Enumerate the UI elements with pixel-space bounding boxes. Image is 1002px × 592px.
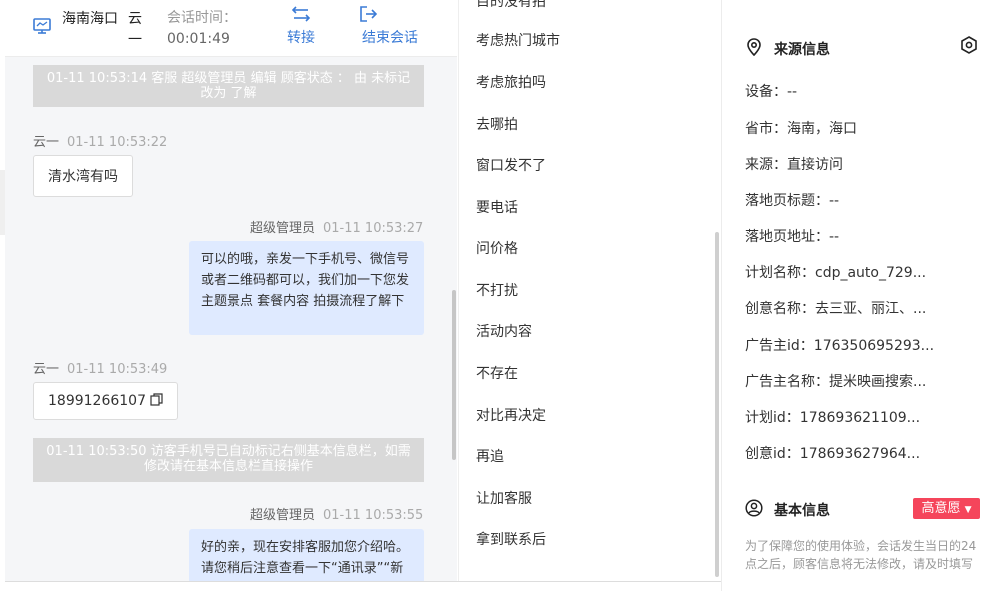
copy-icon[interactable] [150, 393, 164, 406]
quick-reply-list: 目的没有拍 考虑热门城市 考虑旅拍吗 去哪拍 窗口发不了 要电话 问价格 不打扰… [458, 0, 721, 581]
intent-level-value: 高意愿 [921, 501, 961, 516]
quick-reply-item[interactable]: 问价格 [476, 238, 518, 258]
user-circle-icon [745, 499, 763, 517]
field-label: 计划名称： [745, 265, 815, 281]
field-value: 176350695293... [813, 338, 935, 354]
info-row-creative-id: 创意id：178693627964... [745, 443, 920, 463]
message-time: 01-11 10:53:22 [67, 135, 168, 150]
quick-reply-item[interactable]: 考虑旅拍吗 [476, 72, 546, 92]
sender-name: 超级管理员 [250, 221, 316, 236]
field-value: 178693627964... [799, 446, 921, 462]
field-value: -- [829, 229, 840, 245]
info-row-landing-title: 落地页标题：-- [745, 190, 839, 210]
quick-reply-item[interactable]: 要电话 [476, 197, 518, 217]
quick-reply-item[interactable]: 去哪拍 [476, 114, 518, 134]
chat-header: 海南海口 云一 会话时间： 00:01:49 转接 结束会话 [5, 0, 457, 57]
visitor-region: 海南海口 [62, 11, 118, 27]
visitor-info-panel: 来源信息 设备：-- 省市：海南，海口 来源：直接访问 落地页标题：-- 落地页… [721, 0, 1002, 591]
field-label: 创意id： [745, 446, 800, 462]
agent-message-bubble: 好的亲，现在安排客服加您介绍哈。请您稍后注意查看一下“通讯录”“新的朋友”“通过… [189, 529, 424, 581]
field-value: 提米映画搜索... [829, 374, 927, 390]
transfer-label: 转接 [287, 30, 315, 46]
chat-scrollbar[interactable] [452, 290, 456, 460]
quick-reply-item[interactable]: 对比再决定 [476, 405, 546, 425]
quick-reply-item[interactable]: 再追 [476, 446, 504, 466]
field-value: 海南，海口 [787, 121, 857, 137]
field-label: 省市： [745, 121, 787, 137]
info-row-plan-name: 计划名称：cdp_auto_729... [745, 262, 926, 282]
transfer-button[interactable]: 转接 [283, 5, 319, 47]
session-time-value: 00:01:49 [167, 31, 230, 47]
phone-number-text: 18991266107 [48, 393, 146, 409]
quick-reply-item[interactable]: 考虑热门城市 [476, 30, 560, 50]
field-label: 广告主id： [745, 338, 814, 354]
visitor-message-bubble: 清水湾有吗 [33, 155, 133, 197]
edit-deadline-note: 为了保障您的使用体验，会话发生当日的24点之后，顾客信息将无法修改，请及时填写 [745, 539, 977, 571]
bottom-border [5, 581, 721, 592]
info-row-advertiser-id: 广告主id：176350695293... [745, 335, 934, 355]
info-row-device: 设备：-- [745, 81, 797, 101]
sender-name: 云一 [33, 135, 60, 150]
message-time: 01-11 10:53:55 [323, 508, 424, 523]
chat-panel: 海南海口 云一 会话时间： 00:01:49 转接 结束会话 01-11 10:… [5, 0, 457, 581]
system-message: 01-11 10:53:50 访客手机号已自动标记右侧基本信息栏，如需修改请在基… [33, 438, 424, 482]
field-label: 落地页标题： [745, 193, 829, 209]
quick-reply-item[interactable]: 不存在 [476, 363, 518, 383]
field-value: -- [787, 84, 798, 100]
quick-reply-item[interactable]: 不打扰 [476, 280, 518, 300]
field-label: 计划id： [745, 410, 800, 426]
quick-reply-item[interactable]: 活动内容 [476, 321, 532, 341]
field-label: 广告主名称： [745, 374, 829, 390]
field-value: -- [829, 193, 840, 209]
sender-name: 超级管理员 [250, 508, 316, 523]
quick-reply-item[interactable]: 目的没有拍 [476, 0, 546, 11]
info-row-landing-url: 落地页地址：-- [745, 226, 839, 246]
intent-level-dropdown[interactable]: 高意愿 ▼ [913, 498, 980, 519]
message-sender: 云一 01-11 10:53:49 [33, 358, 167, 377]
system-message: 01-11 10:53:14 客服 超级管理员 编辑 顾客状态 ： 由 未标记 … [33, 65, 424, 107]
info-row-advertiser-name: 广告主名称：提米映画搜索... [745, 371, 926, 391]
info-row-creative-name: 创意名称：去三亚、丽江、... [745, 298, 926, 318]
end-session-label: 结束会话 [362, 30, 418, 46]
logout-icon [360, 6, 378, 22]
location-pin-icon [747, 38, 761, 56]
info-row-province: 省市：海南，海口 [745, 118, 857, 138]
message-sender: 超级管理员 01-11 10:53:27 [250, 217, 423, 236]
field-value: 去三亚、丽江、... [815, 301, 927, 317]
field-label: 来源： [745, 157, 787, 173]
sender-name: 云一 [33, 362, 60, 377]
visitor-name: 云一 [128, 11, 142, 48]
end-session-button[interactable]: 结束会话 [355, 5, 425, 47]
session-time-label: 会话时间： [167, 10, 237, 26]
quick-reply-item[interactable]: 窗口发不了 [476, 155, 546, 175]
field-value: 直接访问 [787, 157, 843, 173]
quick-reply-item[interactable]: 拿到联系后 [476, 529, 546, 549]
basic-info-title: 基本信息 [774, 503, 830, 519]
field-label: 落地页地址： [745, 229, 829, 245]
quick-reply-scrollbar[interactable] [715, 232, 719, 577]
settings-hexagon-icon[interactable] [960, 36, 978, 54]
message-time: 01-11 10:53:49 [67, 362, 168, 377]
message-time: 01-11 10:53:27 [323, 221, 424, 236]
info-row-plan-id: 计划id：178693621109... [745, 407, 920, 427]
monitor-icon [33, 18, 51, 34]
message-sender: 云一 01-11 10:53:22 [33, 131, 167, 150]
info-row-source: 来源：直接访问 [745, 154, 843, 174]
field-value: 178693621109... [799, 410, 921, 426]
caret-down-icon: ▼ [964, 505, 972, 515]
agent-message-bubble: 可以的哦，亲发一下手机号、微信号或者二维码都可以，我们加一下您发主题景点 套餐内… [189, 241, 424, 335]
transfer-icon [291, 6, 311, 22]
quick-reply-item[interactable]: 让加客服 [476, 488, 532, 508]
field-label: 创意名称： [745, 301, 815, 317]
field-value: cdp_auto_729... [815, 265, 927, 281]
field-label: 设备： [745, 84, 787, 100]
visitor-message-bubble: 18991266107 [33, 382, 179, 420]
source-info-title: 来源信息 [774, 42, 830, 58]
message-sender: 超级管理员 01-11 10:53:55 [250, 504, 423, 523]
